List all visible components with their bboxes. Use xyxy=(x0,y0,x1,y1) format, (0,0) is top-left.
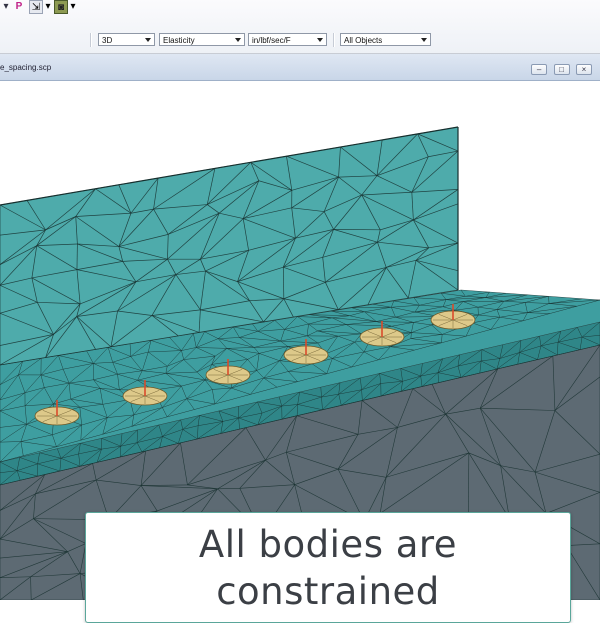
toolbar-separator xyxy=(333,33,335,47)
analysis-type-select[interactable]: Elasticity xyxy=(159,33,245,46)
chevron-down-icon xyxy=(421,38,427,42)
dropdown-arrow-icon[interactable]: ▾ xyxy=(2,0,10,14)
view-mode-value: 3D xyxy=(102,36,112,45)
units-select[interactable]: in/lbf/sec/F xyxy=(248,33,327,46)
chevron-down-icon xyxy=(235,38,241,42)
dropdown-arrow-icon[interactable]: ▾ xyxy=(69,0,77,14)
chevron-down-icon xyxy=(317,38,323,42)
caption-text: All bodies are constrained xyxy=(178,521,478,615)
minimize-icon[interactable]: – xyxy=(531,64,547,75)
analysis-type-value: Elasticity xyxy=(163,36,195,45)
chevron-down-icon xyxy=(145,38,151,42)
restore-icon[interactable]: □ xyxy=(554,64,570,75)
document-title-bar: e_spacing.scp – □ × xyxy=(0,54,600,81)
model-viewport[interactable]: All bodies are constrained xyxy=(0,81,600,600)
object-filter-value: All Objects xyxy=(344,36,382,45)
pointer-icon[interactable]: ⇲ xyxy=(29,0,43,14)
units-value: in/lbf/sec/F xyxy=(252,36,291,45)
close-icon[interactable]: × xyxy=(576,64,592,75)
window-controls: – □ × xyxy=(529,64,592,82)
dropdown-arrow-icon[interactable]: ▾ xyxy=(44,0,52,14)
pen-icon[interactable]: P xyxy=(14,0,24,14)
camera-icon[interactable]: ◙ xyxy=(54,0,68,14)
toolbar-separator xyxy=(90,33,92,47)
object-filter-select[interactable]: All Objects xyxy=(340,33,431,46)
view-mode-select[interactable]: 3D xyxy=(98,33,155,46)
document-tab[interactable]: e_spacing.scp xyxy=(0,63,51,72)
toolbar: ▾ P ⇲ ▾ ◙ ▾ 3D Elasticity in/lbf/sec/F A… xyxy=(0,0,600,54)
caption-box: All bodies are constrained xyxy=(85,512,571,623)
